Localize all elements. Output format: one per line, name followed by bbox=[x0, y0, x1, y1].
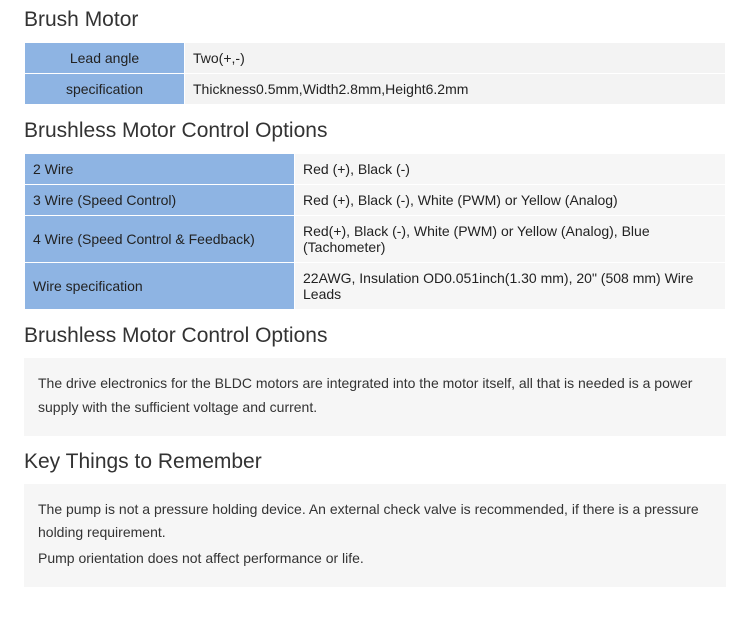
brush-motor-value: Two(+,-) bbox=[185, 43, 726, 74]
table-row: Wire specification 22AWG, Insulation OD0… bbox=[25, 263, 726, 310]
table-row: 2 Wire Red (+), Black (-) bbox=[25, 154, 726, 185]
bl-option-label: 2 Wire bbox=[25, 154, 295, 185]
bl-option-label: 3 Wire (Speed Control) bbox=[25, 185, 295, 216]
bl-option-value: Red (+), Black (-), White (PWM) or Yello… bbox=[295, 185, 726, 216]
bl-option-value: Red(+), Black (-), White (PWM) or Yellow… bbox=[295, 216, 726, 263]
table-row: Lead angle Two(+,-) bbox=[25, 43, 726, 74]
brushless-note-box: The drive electronics for the BLDC motor… bbox=[24, 358, 726, 436]
brushless-options-table: 2 Wire Red (+), Black (-) 3 Wire (Speed … bbox=[24, 153, 726, 310]
bl-option-value: 22AWG, Insulation OD0.051inch(1.30 mm), … bbox=[295, 263, 726, 310]
brush-motor-table: Lead angle Two(+,-) specification Thickn… bbox=[24, 42, 726, 105]
table-row: 3 Wire (Speed Control) Red (+), Black (-… bbox=[25, 185, 726, 216]
brush-motor-heading: Brush Motor bbox=[24, 8, 726, 32]
bl-option-label: 4 Wire (Speed Control & Feedback) bbox=[25, 216, 295, 263]
brushless-note-heading: Brushless Motor Control Options bbox=[24, 324, 726, 348]
table-row: 4 Wire (Speed Control & Feedback) Red(+)… bbox=[25, 216, 726, 263]
key-things-paragraph: Pump orientation does not affect perform… bbox=[38, 547, 712, 571]
brushless-note-text: The drive electronics for the BLDC motor… bbox=[38, 372, 712, 420]
bl-option-value: Red (+), Black (-) bbox=[295, 154, 726, 185]
brush-motor-label: specification bbox=[25, 74, 185, 105]
bl-option-label: Wire specification bbox=[25, 263, 295, 310]
key-things-box: The pump is not a pressure holding devic… bbox=[24, 484, 726, 587]
brushless-options-heading: Brushless Motor Control Options bbox=[24, 119, 726, 143]
key-things-paragraph: The pump is not a pressure holding devic… bbox=[38, 498, 712, 546]
table-row: specification Thickness0.5mm,Width2.8mm,… bbox=[25, 74, 726, 105]
key-things-heading: Key Things to Remember bbox=[24, 450, 726, 474]
brush-motor-value: Thickness0.5mm,Width2.8mm,Height6.2mm bbox=[185, 74, 726, 105]
brush-motor-label: Lead angle bbox=[25, 43, 185, 74]
